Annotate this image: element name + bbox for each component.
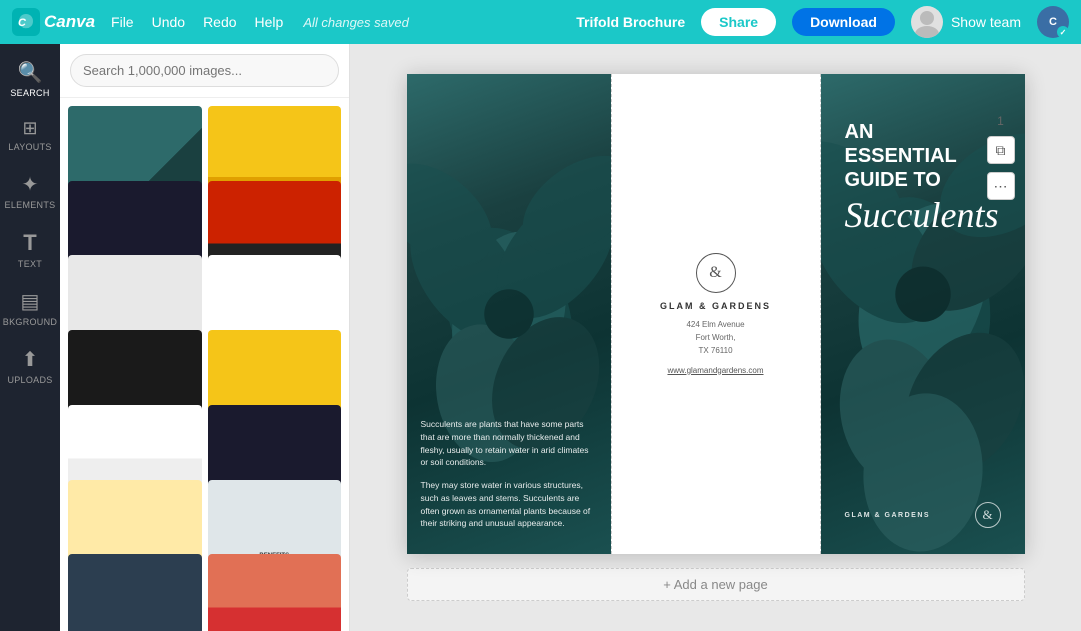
share-button[interactable]: Share (701, 8, 776, 36)
sidebar-item-elements[interactable]: ✦ ELEMENTS (2, 164, 58, 218)
redo-menu[interactable]: Redo (203, 14, 236, 30)
middle-brand-name: GLAM & GARDENS (660, 301, 771, 311)
sidebar-item-text[interactable]: T TEXT (2, 222, 58, 277)
sidebar-label-text: TEXT (18, 259, 42, 269)
add-page-bar[interactable]: + Add a new page (407, 568, 1025, 601)
sidebar-label-layouts: LAYOUTS (8, 142, 51, 152)
template-thumb-13[interactable]: "New York isthe biggestcollection of..." (68, 554, 202, 631)
right-title-line3: GUIDE TO (845, 168, 1001, 192)
canvas-wrapper: Succulents are plants that have some par… (407, 74, 1025, 554)
sidebar-label-uploads: UPLOADS (7, 375, 52, 385)
right-footer-logo: & (975, 502, 1001, 528)
main-nav: File Undo Redo Help (111, 14, 283, 30)
help-menu[interactable]: Help (255, 14, 284, 30)
address-line-1: 424 Elm Avenue (686, 319, 744, 332)
right-footer-brand: GLAM & GARDENS (845, 512, 931, 519)
address-line-2: Fort Worth, (686, 332, 744, 345)
sidebar-item-uploads[interactable]: ⬆ UPLOADS (2, 339, 58, 393)
background-icon: ▤ (21, 289, 40, 314)
elements-icon: ✦ (22, 172, 39, 197)
uploads-icon: ⬆ (22, 347, 39, 372)
sidebar: 🔍 SEARCH ⊞ LAYOUTS ✦ ELEMENTS T TEXT ▤ B… (0, 44, 60, 631)
file-menu[interactable]: File (111, 14, 134, 30)
brochure-left-panel: Succulents are plants that have some par… (407, 74, 611, 554)
brochure-document: Succulents are plants that have some par… (407, 74, 1025, 554)
undo-menu[interactable]: Undo (152, 14, 185, 30)
logo-icon: C (12, 8, 40, 36)
sidebar-item-background[interactable]: ▤ BKGROUND (2, 281, 58, 335)
team-avatar (911, 6, 943, 38)
right-panel-content: AN ESSENTIAL GUIDE TO Succulents GLAM & … (835, 88, 1011, 540)
ampersand-icon: & (709, 264, 721, 282)
sidebar-item-search[interactable]: 🔍 SEARCH (2, 52, 58, 106)
document-title: Trifold Brochure (576, 14, 685, 30)
download-button[interactable]: Download (792, 8, 895, 36)
layouts-icon: ⊞ (22, 118, 37, 139)
search-input[interactable] (70, 54, 339, 87)
left-panel-content: Succulents are plants that have some par… (421, 418, 597, 540)
left-para-1: Succulents are plants that have some par… (421, 418, 597, 469)
right-title-block: AN ESSENTIAL GUIDE TO Succulents (845, 120, 1001, 236)
main-layout: 🔍 SEARCH ⊞ LAYOUTS ✦ ELEMENTS T TEXT ▤ B… (0, 44, 1081, 631)
brochure-right-panel: AN ESSENTIAL GUIDE TO Succulents GLAM & … (821, 74, 1025, 554)
user-avatar[interactable]: C ✓ (1037, 6, 1069, 38)
middle-logo-circle: & (696, 253, 736, 293)
logo-text: Canva (44, 12, 95, 32)
search-icon: 🔍 (18, 60, 43, 85)
templates-grid: FREE BROCHURE TEMPLATE FREE (60, 98, 349, 631)
text-icon: T (23, 230, 36, 256)
header: C Canva File Undo Redo Help All changes … (0, 0, 1081, 44)
middle-website: www.glamandgardens.com (667, 366, 763, 375)
template-thumb-14[interactable]: Go ahead! (208, 554, 342, 631)
sidebar-label-elements: ELEMENTS (5, 200, 56, 210)
sidebar-label-background: BKGROUND (3, 317, 57, 327)
brochure-middle-panel: & GLAM & GARDENS 424 Elm Avenue Fort Wor… (611, 74, 821, 554)
show-team-label: Show team (951, 14, 1021, 30)
templates-panel: FREE BROCHURE TEMPLATE FREE (60, 44, 350, 631)
show-team-button[interactable]: Show team (911, 6, 1021, 38)
left-para-2: They may store water in various structur… (421, 479, 597, 530)
search-box (60, 44, 349, 98)
right-title-line2: ESSENTIAL (845, 144, 1001, 168)
user-badge: ✓ (1057, 26, 1069, 38)
right-script-title: Succulents (845, 196, 1001, 236)
right-footer: GLAM & GARDENS & (845, 502, 1001, 528)
canva-logo[interactable]: C Canva (12, 8, 95, 36)
save-status: All changes saved (303, 15, 409, 30)
sidebar-item-layouts[interactable]: ⊞ LAYOUTS (2, 110, 58, 160)
svg-text:C: C (18, 17, 27, 29)
address-line-3: TX 76110 (686, 345, 744, 358)
right-title-line1: AN (845, 120, 1001, 144)
sidebar-label-search: SEARCH (10, 88, 49, 98)
middle-address: 424 Elm Avenue Fort Worth, TX 76110 (686, 319, 744, 357)
left-text-block: Succulents are plants that have some par… (421, 418, 597, 530)
canvas-area[interactable]: Succulents are plants that have some par… (350, 44, 1081, 631)
user-initials: C (1049, 16, 1057, 28)
